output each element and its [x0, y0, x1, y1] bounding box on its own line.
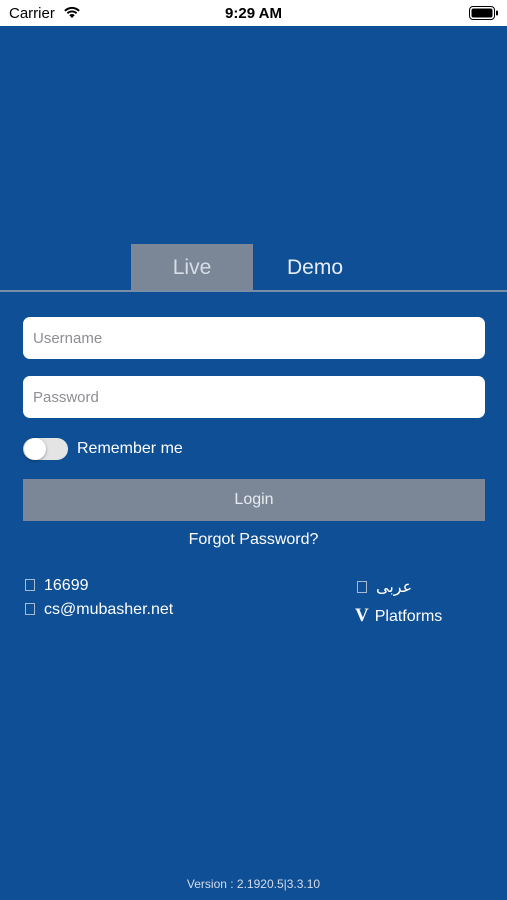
version-label: Version : 2.1920.5|3.3.10: [186, 877, 321, 891]
platforms-link[interactable]: V Platforms: [355, 605, 442, 627]
tabs-divider: [0, 290, 507, 292]
remember-me-toggle[interactable]: [23, 438, 68, 460]
phone-contact[interactable]: 16699: [25, 577, 89, 595]
account-type-tabs: Live Demo: [0, 244, 507, 292]
username-input[interactable]: [23, 317, 485, 359]
status-time: 9:29 AM: [225, 5, 282, 22]
tab-demo[interactable]: Demo: [254, 244, 376, 290]
language-switch[interactable]: عربى: [357, 577, 412, 597]
phone-icon: [25, 579, 35, 591]
forgot-password-link[interactable]: Forgot Password?: [0, 531, 507, 549]
status-bar: Carrier 9:29 AM: [0, 0, 507, 26]
platforms-icon: V: [355, 605, 369, 626]
battery-icon: [469, 6, 499, 25]
tab-live[interactable]: Live: [131, 244, 253, 290]
remember-me-label: Remember me: [77, 440, 183, 457]
toggle-knob: [24, 438, 46, 460]
email-contact[interactable]: cs@mubasher.net: [25, 601, 173, 619]
language-label: عربى: [376, 579, 413, 596]
globe-icon: [357, 581, 367, 593]
phone-number: 16699: [44, 577, 89, 594]
login-button[interactable]: Login: [23, 479, 485, 521]
platforms-label: Platforms: [374, 608, 443, 625]
email-address: cs@mubasher.net: [44, 601, 174, 618]
password-input[interactable]: [23, 376, 485, 418]
email-icon: [25, 603, 35, 615]
